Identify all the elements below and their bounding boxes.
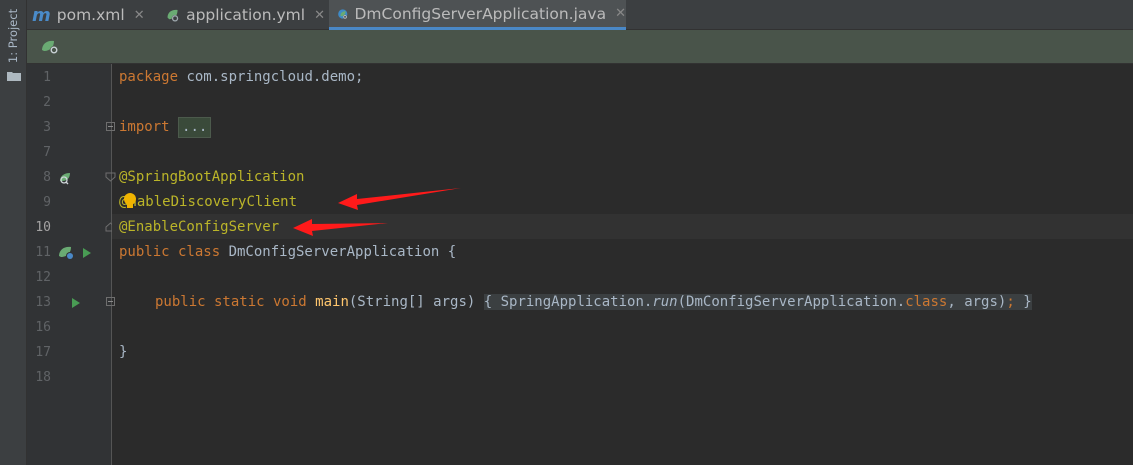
- editor-tab-bar: m pom.xml ✕ application.yml ✕ DmConfigSe…: [27, 0, 1133, 30]
- tab-application-yml[interactable]: application.yml ✕: [165, 0, 325, 30]
- code-line-17: }: [119, 344, 128, 360]
- tab-label: DmConfigServerApplication.java: [354, 4, 607, 23]
- spring-boot-icon[interactable]: [41, 39, 59, 55]
- run-icon[interactable]: [71, 297, 81, 309]
- project-sidebar: 1: Project: [0, 0, 27, 465]
- project-tab-label: 1: Project: [6, 8, 21, 64]
- line-number-current: 10: [35, 220, 51, 235]
- code-line-11: public class DmConfigServerApplication {: [119, 244, 457, 260]
- code-editor[interactable]: package com.springcloud.demo; import ...…: [112, 64, 1133, 465]
- line-number: 9: [43, 195, 51, 210]
- code-line-3: import ...: [119, 115, 212, 140]
- lightbulb-icon[interactable]: [123, 192, 137, 210]
- line-number: 11: [35, 245, 51, 260]
- line-number: 8: [43, 170, 51, 185]
- maven-icon: m: [32, 4, 51, 26]
- folded-method-body[interactable]: { SpringApplication.run(DmConfigServerAp…: [483, 294, 1032, 310]
- run-icon[interactable]: [82, 247, 92, 259]
- tab-label: application.yml: [186, 6, 306, 24]
- line-number: 18: [35, 370, 51, 385]
- tab-pom-xml[interactable]: m pom.xml ✕: [32, 0, 154, 30]
- editor-toolbar: [27, 30, 1133, 64]
- spring-config-icon: [167, 9, 179, 22]
- line-number: 2: [43, 95, 51, 110]
- folded-imports[interactable]: ...: [178, 117, 212, 138]
- line-number: 3: [43, 120, 51, 135]
- line-number-gutter: 1 2 3 7 8 9 10 11 12 13 16 17 18: [27, 64, 116, 465]
- close-icon[interactable]: ✕: [615, 6, 626, 21]
- code-line-1: package com.springcloud.demo;: [119, 69, 364, 85]
- line-number: 7: [43, 145, 51, 160]
- folder-icon[interactable]: [7, 71, 21, 81]
- close-icon[interactable]: ✕: [134, 8, 145, 23]
- line-number: 17: [35, 345, 51, 360]
- line-number: 1: [43, 70, 51, 85]
- code-line-8: @SpringBootApplication: [119, 169, 305, 185]
- code-line-10: @EnableConfigServer: [119, 219, 280, 235]
- spring-boot-class-icon: [338, 8, 348, 19]
- line-number: 12: [35, 270, 51, 285]
- code-line-13: public static void main(String[] args) {…: [155, 294, 1032, 310]
- close-icon[interactable]: ✕: [314, 8, 325, 23]
- line-number: 16: [35, 320, 51, 335]
- spring-bean-navigate-icon[interactable]: [58, 171, 74, 185]
- tab-dmconfigserverapplication-java[interactable]: DmConfigServerApplication.java ✕: [329, 0, 626, 30]
- line-number: 13: [35, 295, 51, 310]
- code-line-9: @ nableDiscoveryClient: [119, 192, 298, 210]
- project-tool-tab[interactable]: 1: Project: [4, 5, 23, 67]
- spring-boot-run-config-icon[interactable]: [58, 245, 76, 261]
- tab-label: pom.xml: [56, 6, 125, 24]
